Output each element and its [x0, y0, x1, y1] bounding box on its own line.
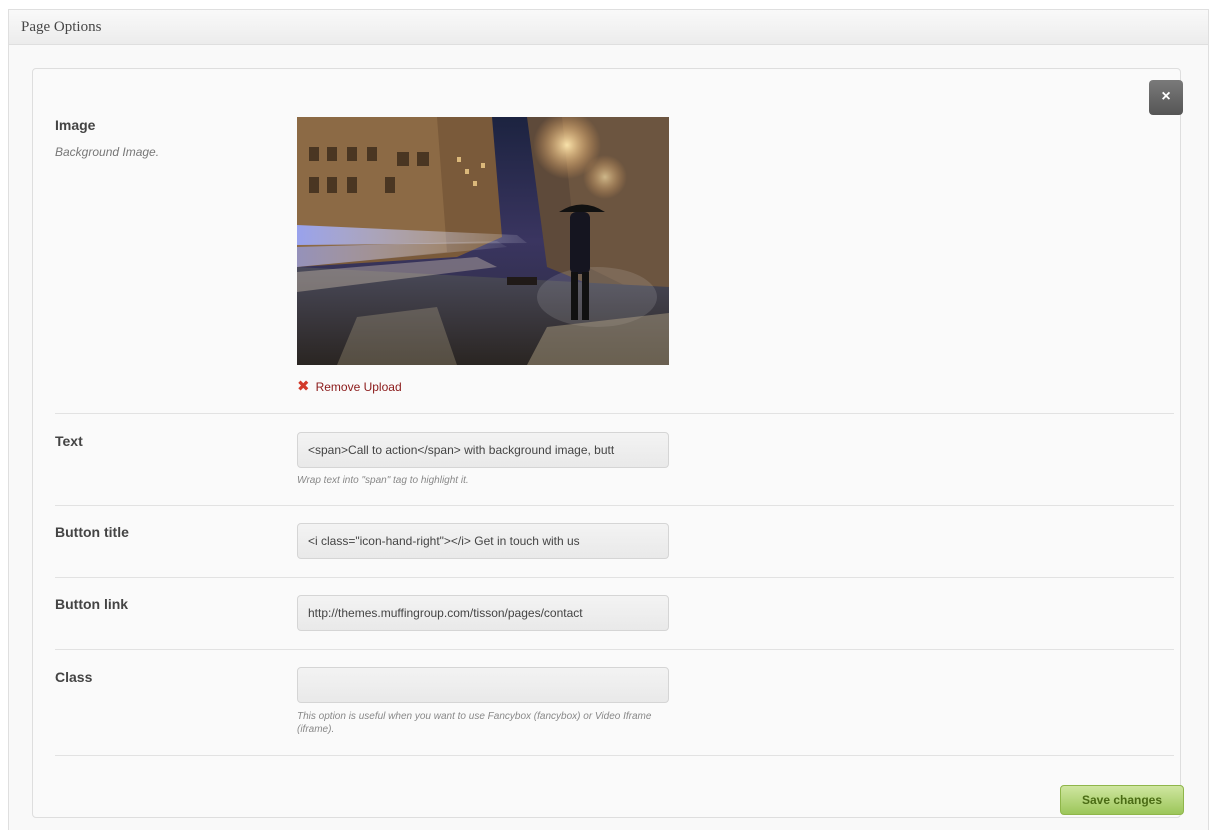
close-icon[interactable]: ×	[1161, 88, 1170, 105]
options-panel: × Image Background Image. ✖ Remove Uploa…	[32, 68, 1184, 818]
button-link-label: Button link	[55, 596, 129, 612]
metabox-title: Page Options	[9, 10, 1208, 45]
text-input[interactable]	[297, 432, 669, 468]
background-image-preview	[297, 117, 669, 365]
page-options-metabox: Page Options × Image Background Image. ✖…	[8, 9, 1209, 830]
image-description: Background Image.	[55, 145, 160, 159]
button-title-label: Button title	[55, 524, 129, 540]
remove-icon: ✖	[297, 378, 310, 395]
divider	[55, 505, 1174, 506]
text-label: Text	[55, 433, 83, 449]
image-label: Image	[55, 117, 96, 133]
city-street-image	[297, 117, 669, 365]
divider	[55, 649, 1174, 650]
divider	[55, 413, 1174, 414]
button-title-input[interactable]	[297, 523, 669, 559]
text-hint: Wrap text into "span" tag to highlight i…	[297, 475, 469, 486]
class-input[interactable]	[297, 667, 669, 703]
close-button[interactable]: ×	[1149, 80, 1183, 115]
divider	[55, 755, 1174, 756]
class-label: Class	[55, 669, 93, 685]
class-hint: This option is useful when you want to u…	[297, 711, 652, 735]
button-link-input[interactable]	[297, 595, 669, 631]
remove-upload-link[interactable]: ✖ Remove Upload	[297, 378, 402, 395]
remove-upload-label: Remove Upload	[315, 380, 402, 394]
save-changes-button[interactable]: Save changes	[1060, 785, 1184, 815]
divider	[55, 577, 1174, 578]
